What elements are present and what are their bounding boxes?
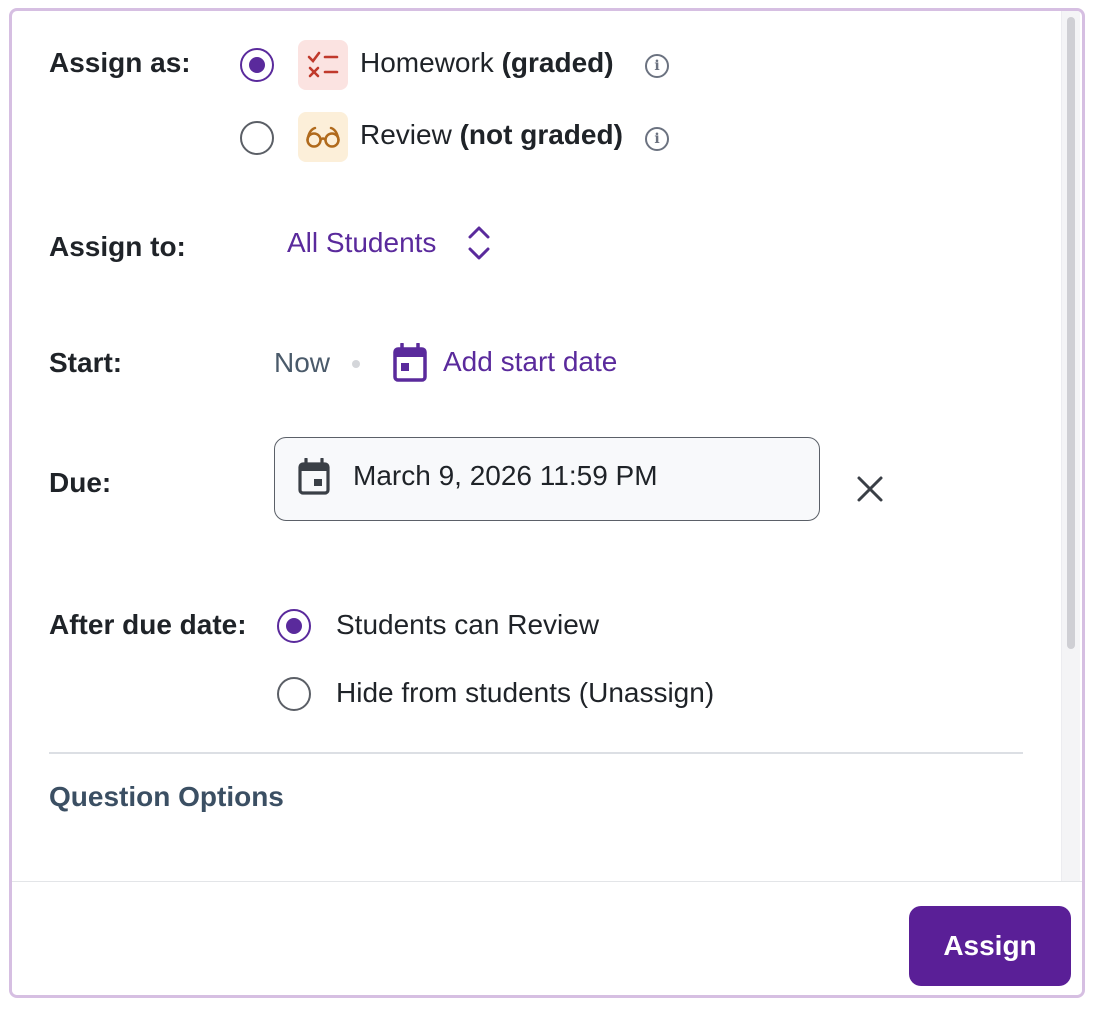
assign-to-value: All Students bbox=[287, 227, 437, 258]
start-label: Start: bbox=[49, 347, 123, 378]
assign-as-label: Assign as: bbox=[49, 47, 191, 78]
due-date-field[interactable]: March 9, 2026 11:59 PM bbox=[274, 437, 820, 521]
info-icon[interactable]: i bbox=[645, 54, 669, 78]
question-options-title: Question Options bbox=[49, 781, 284, 812]
scrollbar-thumb[interactable] bbox=[1067, 17, 1075, 649]
calendar-icon[interactable] bbox=[392, 343, 428, 383]
checklist-icon bbox=[298, 40, 348, 90]
close-icon[interactable] bbox=[855, 474, 885, 504]
assign-button[interactable]: Assign bbox=[909, 906, 1071, 986]
due-date-value: March 9, 2026 11:59 PM bbox=[353, 460, 658, 491]
review-not-graded-tag: (not graded) bbox=[459, 119, 623, 150]
separator-dot bbox=[352, 360, 360, 368]
add-start-date-link[interactable]: Add start date bbox=[443, 346, 617, 378]
review-radio[interactable] bbox=[240, 121, 274, 155]
review-option-label[interactable]: Review (not graded) bbox=[360, 119, 623, 151]
start-value: Now bbox=[274, 347, 331, 378]
students-can-review-label[interactable]: Students can Review bbox=[336, 609, 599, 641]
due-label: Due: bbox=[49, 467, 112, 498]
section-divider bbox=[49, 752, 1023, 754]
assign-to-label: Assign to: bbox=[49, 231, 186, 262]
chevron-up-down-icon[interactable] bbox=[466, 223, 492, 263]
after-due-date-label: After due date: bbox=[49, 609, 247, 640]
info-icon[interactable]: i bbox=[645, 127, 669, 151]
dialog-footer: Assign bbox=[12, 881, 1082, 995]
glasses-icon bbox=[298, 112, 348, 162]
hide-from-students-radio[interactable] bbox=[277, 677, 311, 711]
homework-radio[interactable] bbox=[240, 48, 274, 82]
homework-option-label[interactable]: Homework (graded) bbox=[360, 47, 614, 79]
calendar-icon bbox=[298, 458, 330, 495]
students-can-review-radio[interactable] bbox=[277, 609, 311, 643]
review-name: Review bbox=[360, 119, 452, 150]
assign-to-select[interactable]: All Students bbox=[287, 227, 436, 259]
homework-graded-tag: (graded) bbox=[501, 47, 614, 78]
assign-dialog: Assign as: Homework (graded) i Review (n… bbox=[9, 8, 1085, 998]
homework-name: Homework bbox=[360, 47, 494, 78]
hide-from-students-label[interactable]: Hide from students (Unassign) bbox=[336, 677, 714, 709]
scrollbar[interactable] bbox=[1061, 11, 1080, 883]
